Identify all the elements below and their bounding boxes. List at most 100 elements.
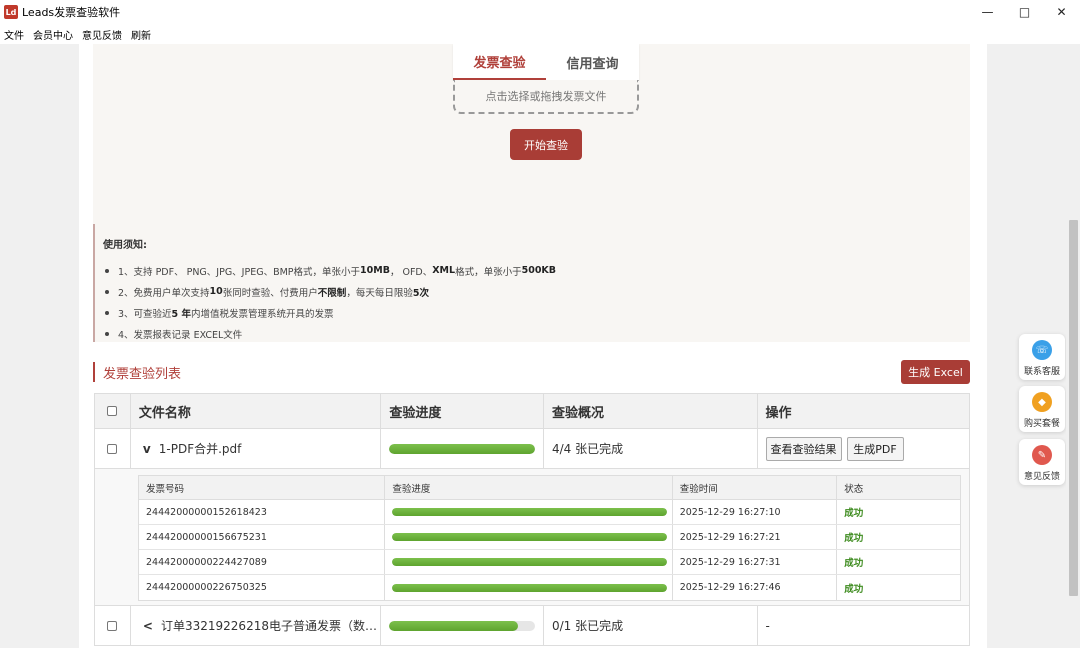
- notice-item: 2、免费用户单次支持 10 张同时查验、付费用户 不限制 ，每天每日限验 5次: [105, 281, 556, 302]
- invoice-number: 24442000000152618423: [139, 500, 386, 524]
- progress-bar: [392, 558, 668, 566]
- vertical-scrollbar[interactable]: [1066, 44, 1080, 648]
- scroll-thumb[interactable]: [1069, 220, 1078, 596]
- status-badge: 成功: [844, 508, 864, 519]
- table-row: v 1-PDF合并.pdf 4/4 张已完成 查看查验结果 生成PDF: [94, 429, 970, 469]
- detail-row: 24442000000152618423 2025-12-29 16:27:10…: [139, 500, 960, 525]
- progress-bar: [392, 533, 668, 541]
- notice-text: ，每天每日限验: [346, 287, 413, 299]
- header-file-name: 文件名称: [131, 394, 382, 428]
- notice-text: ， OFD、: [389, 266, 433, 278]
- verify-time: 2025-12-29 16:27:31: [673, 550, 838, 574]
- window-title: Leads发票查验软件: [22, 6, 121, 19]
- notice-text: 5次: [412, 287, 429, 299]
- notice-title: 使用须知:: [103, 240, 147, 251]
- progress-fill: [389, 620, 518, 631]
- progress-fill: [392, 558, 668, 566]
- verify-time: 2025-12-29 16:27:46: [673, 575, 838, 600]
- maximize-icon[interactable]: □: [1006, 0, 1043, 24]
- file-name-cell: v 1-PDF合并.pdf: [131, 429, 382, 468]
- detail-progress-cell: [385, 575, 673, 600]
- progress-bar: [392, 583, 668, 592]
- content-viewport: 发票查验 信用查询 点击选择或拖拽发票文件 开始查验 使用须知: 1、支持 PD…: [0, 44, 1066, 648]
- diamond-icon: ◆: [1032, 392, 1052, 412]
- widget-label: 购买套餐: [1023, 419, 1060, 429]
- widget-label: 联系客服: [1023, 367, 1060, 377]
- feedback-widget[interactable]: ✎ 意见反馈: [1019, 439, 1065, 485]
- detail-header-time: 查验时间: [673, 476, 838, 499]
- collapse-toggle[interactable]: v: [143, 442, 151, 456]
- customer-service-widget[interactable]: ☏ 联系客服: [1019, 334, 1065, 380]
- menu-member-center[interactable]: 会员中心: [33, 27, 73, 42]
- main-panel: 发票查验 信用查询 点击选择或拖拽发票文件 开始查验 使用须知: 1、支持 PD…: [79, 44, 987, 648]
- notice-text: 格式，单张小于: [455, 266, 522, 278]
- file-table: 文件名称 查验进度 查验概况 操作 v 1-PDF合并.pdf 4/4 张已完成…: [94, 393, 970, 646]
- status-badge: 成功: [844, 583, 864, 595]
- header-summary: 查验概况: [544, 394, 758, 428]
- generate-excel-button[interactable]: 生成 Excel: [901, 360, 970, 384]
- actions-cell: -: [765, 618, 770, 633]
- notice-item: 4、发票报表记录 EXCEL文件: [105, 323, 556, 344]
- detail-header-status: 状态: [844, 483, 864, 495]
- expand-toggle[interactable]: <: [143, 619, 153, 633]
- detail-table: 发票号码 查验进度 查验时间 状态 24442000000152618423 2…: [138, 475, 961, 601]
- close-icon[interactable]: ✕: [1043, 0, 1080, 24]
- status-badge: 成功: [844, 558, 864, 569]
- detail-rows: 24442000000152618423 2025-12-29 16:27:10…: [139, 500, 960, 600]
- header-actions: 操作: [765, 405, 792, 421]
- notice-text: 张同时查验、付费用户: [222, 287, 318, 299]
- table-header: 文件名称 查验进度 查验概况 操作: [94, 393, 970, 429]
- progress-fill: [389, 443, 536, 454]
- select-all-cell: [95, 394, 131, 428]
- detail-row: 24442000000226750325 2025-12-29 16:27:46…: [139, 575, 960, 600]
- start-verify-button[interactable]: 开始查验: [510, 129, 582, 160]
- progress-fill: [392, 533, 668, 541]
- upload-area: 发票查验 信用查询 点击选择或拖拽发票文件 开始查验: [93, 44, 970, 224]
- progress-bar: [389, 443, 536, 454]
- actions-cell: 查看查验结果 生成PDF: [758, 429, 970, 468]
- progress-cell: [381, 606, 544, 645]
- tab-bar: 发票查验 信用查询: [453, 44, 639, 80]
- notice-text: 不限制: [317, 287, 347, 299]
- view-result-button[interactable]: 查看查验结果: [765, 436, 842, 461]
- status-cell: 成功: [837, 500, 960, 524]
- notice-text: 4、发票报表记录 EXCEL文件: [118, 329, 243, 341]
- notice-text: 3、可查验近: [118, 308, 172, 320]
- row-select-cell: [95, 606, 131, 645]
- progress-fill: [392, 583, 668, 592]
- row-checkbox[interactable]: [107, 620, 118, 631]
- invoice-number: 24442000000156675231: [139, 525, 386, 549]
- minimize-icon[interactable]: —: [969, 0, 1006, 24]
- headset-icon: ☏: [1032, 340, 1052, 360]
- menu-file[interactable]: 文件: [4, 27, 24, 42]
- invoice-number: 24442000000224427089: [139, 550, 386, 574]
- row-checkbox[interactable]: [107, 443, 118, 454]
- bullet-icon: [105, 268, 109, 273]
- file-name-cell: < 订单33219226218电子普通发票（数…: [131, 606, 382, 645]
- verify-time: 2025-12-29 16:27:10: [673, 500, 838, 524]
- status-cell: 成功: [837, 525, 960, 549]
- file-name: 订单33219226218电子普通发票（数…: [160, 619, 377, 633]
- detail-row: 24442000000156675231 2025-12-29 16:27:21…: [139, 525, 960, 550]
- summary-cell: 4/4 张已完成: [544, 429, 758, 468]
- tab-credit-query[interactable]: 信用查询: [546, 44, 639, 80]
- select-all-checkbox[interactable]: [107, 406, 118, 416]
- title-bar: Ld Leads发票查验软件 — □ ✕: [0, 0, 1080, 24]
- bullet-icon: [105, 331, 109, 336]
- status-badge: 成功: [844, 533, 864, 544]
- menu-feedback[interactable]: 意见反馈: [82, 27, 122, 42]
- buy-package-widget[interactable]: ◆ 购买套餐: [1019, 386, 1065, 432]
- detail-header-number: 发票号码: [139, 476, 386, 499]
- verify-time: 2025-12-29 16:27:21: [673, 525, 838, 549]
- feedback-icon: ✎: [1032, 445, 1052, 465]
- file-drop-zone[interactable]: 点击选择或拖拽发票文件: [453, 80, 639, 114]
- header-progress: 查验进度: [381, 394, 544, 428]
- detail-panel: 发票号码 查验进度 查验时间 状态 24442000000152618423 2…: [94, 469, 970, 606]
- tab-invoice-verify[interactable]: 发票查验: [453, 44, 546, 80]
- menu-bar: 文件 会员中心 意见反馈 刷新: [0, 24, 1080, 44]
- notice-item: 1、支持 PDF、 PNG、JPG、JPEG、BMP格式，单张小于 10MB， …: [105, 260, 556, 281]
- app-logo-icon: Ld: [4, 5, 18, 19]
- list-title: 发票查验列表: [93, 362, 181, 382]
- generate-pdf-button[interactable]: 生成PDF: [846, 436, 904, 461]
- menu-refresh[interactable]: 刷新: [131, 27, 151, 42]
